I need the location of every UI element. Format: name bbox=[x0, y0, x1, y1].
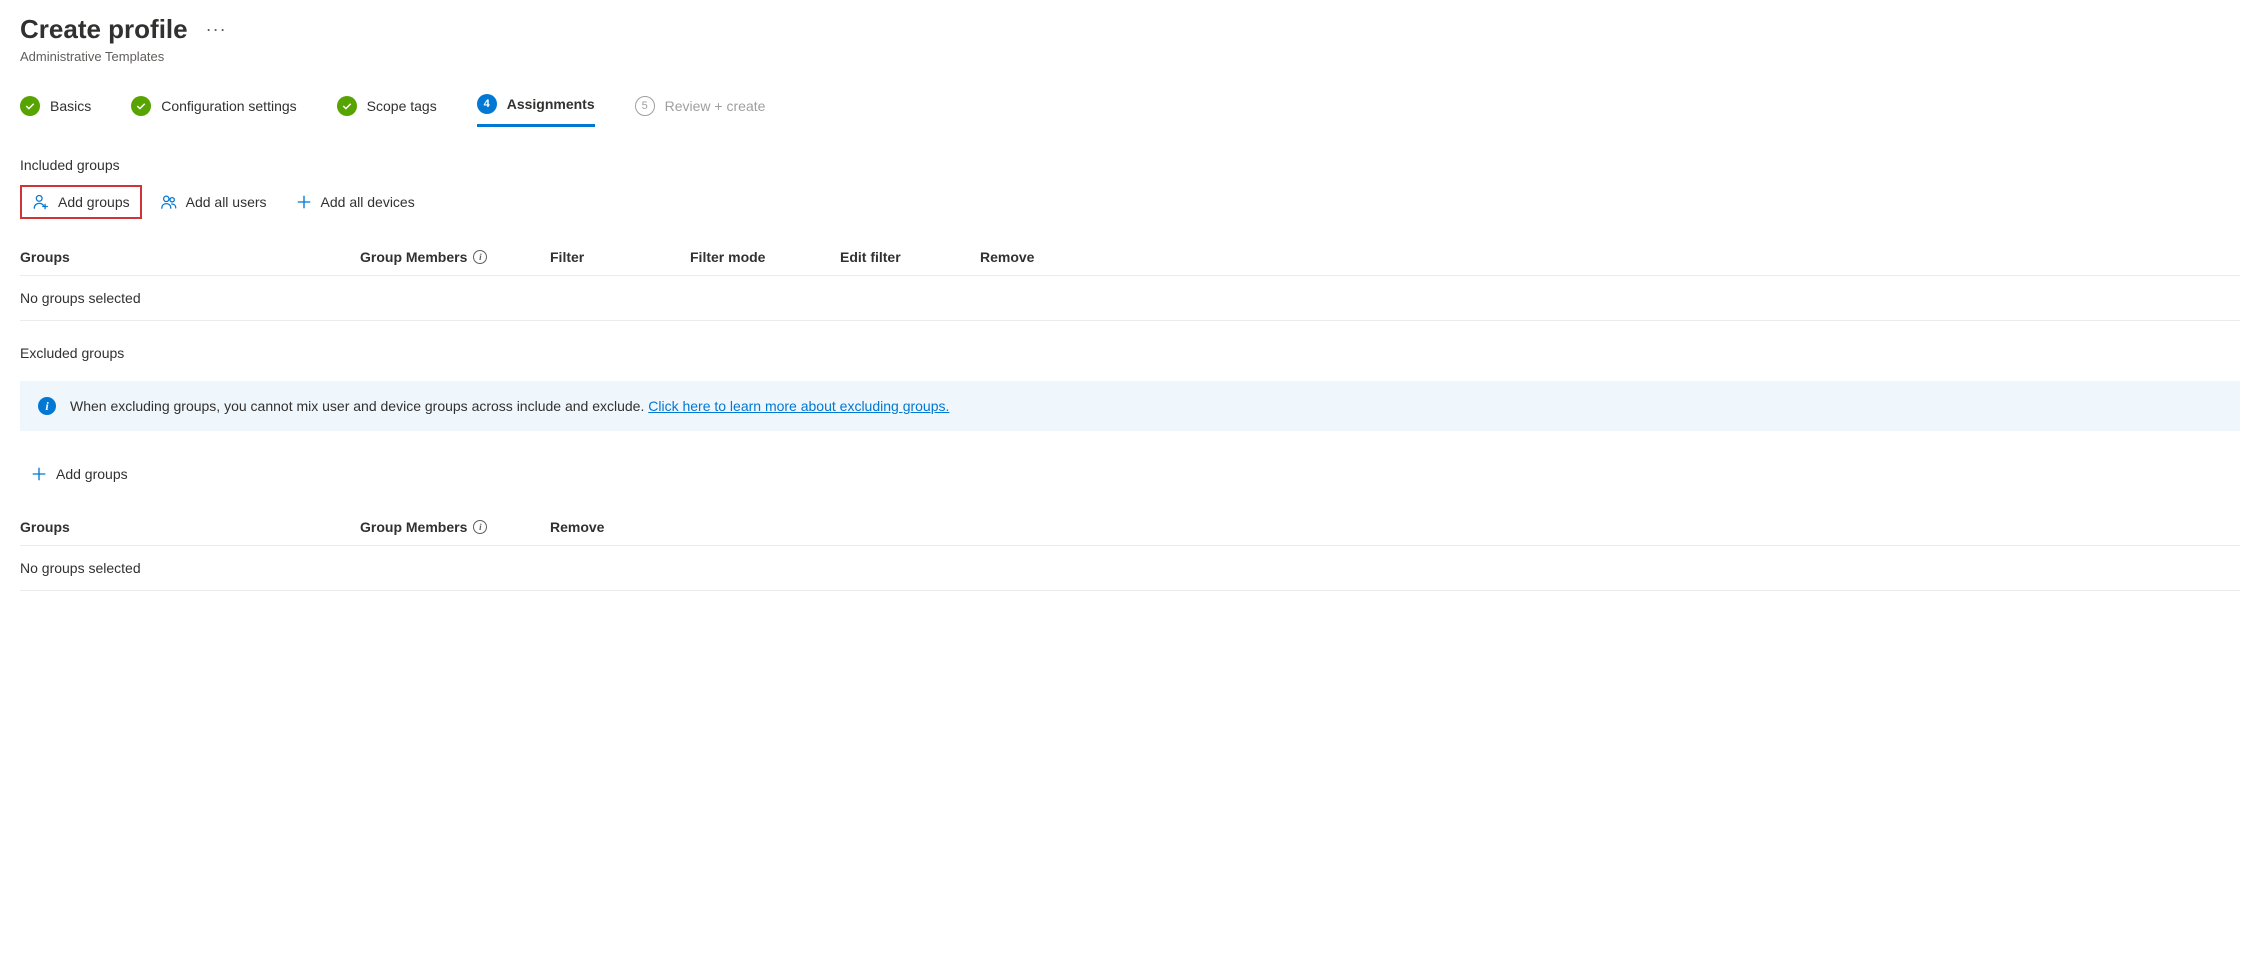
wizard-steps: Basics Configuration settings Scope tags… bbox=[20, 94, 2240, 127]
step-label: Assignments bbox=[507, 96, 595, 112]
column-filter-mode: Filter mode bbox=[690, 249, 840, 265]
column-group-members: Group Members i bbox=[360, 249, 550, 265]
info-banner-text: When excluding groups, you cannot mix us… bbox=[70, 398, 949, 414]
column-groups: Groups bbox=[20, 249, 360, 265]
column-edit-filter: Edit filter bbox=[840, 249, 980, 265]
step-review-create[interactable]: 5 Review + create bbox=[635, 94, 766, 127]
step-configuration-settings[interactable]: Configuration settings bbox=[131, 94, 296, 127]
button-label: Add groups bbox=[56, 466, 128, 482]
step-basics[interactable]: Basics bbox=[20, 94, 91, 127]
button-label: Add all devices bbox=[321, 194, 415, 210]
included-toolbar: Add groups Add all users Add all devices bbox=[20, 185, 2240, 219]
column-filter: Filter bbox=[550, 249, 690, 265]
column-remove: Remove bbox=[550, 519, 2240, 535]
add-groups-button[interactable]: Add groups bbox=[20, 185, 142, 219]
add-groups-excluded-button[interactable]: Add groups bbox=[20, 459, 138, 489]
column-group-members: Group Members i bbox=[360, 519, 550, 535]
page-subtitle: Administrative Templates bbox=[20, 49, 2240, 64]
step-number-icon: 4 bbox=[477, 94, 497, 114]
button-label: Add groups bbox=[58, 194, 130, 210]
learn-more-link[interactable]: Click here to learn more about excluding… bbox=[648, 398, 949, 414]
person-add-icon bbox=[32, 193, 50, 211]
step-label: Review + create bbox=[665, 98, 766, 114]
step-number-icon: 5 bbox=[635, 96, 655, 116]
page-title: Create profile bbox=[20, 14, 188, 45]
step-label: Configuration settings bbox=[161, 98, 296, 114]
excluded-empty-message: No groups selected bbox=[20, 546, 2240, 591]
check-icon bbox=[20, 96, 40, 116]
plus-icon bbox=[30, 465, 48, 483]
people-icon bbox=[160, 193, 178, 211]
excluded-table-header: Groups Group Members i Remove bbox=[20, 509, 2240, 546]
plus-icon bbox=[295, 193, 313, 211]
button-label: Add all users bbox=[186, 194, 267, 210]
column-groups: Groups bbox=[20, 519, 360, 535]
step-label: Basics bbox=[50, 98, 91, 114]
info-icon[interactable]: i bbox=[473, 250, 487, 264]
included-empty-message: No groups selected bbox=[20, 276, 2240, 321]
step-scope-tags[interactable]: Scope tags bbox=[337, 94, 437, 127]
check-icon bbox=[337, 96, 357, 116]
excluded-groups-title: Excluded groups bbox=[20, 345, 2240, 361]
step-assignments[interactable]: 4 Assignments bbox=[477, 94, 595, 127]
step-label: Scope tags bbox=[367, 98, 437, 114]
check-icon bbox=[131, 96, 151, 116]
info-banner: i When excluding groups, you cannot mix … bbox=[20, 381, 2240, 431]
info-icon[interactable]: i bbox=[473, 520, 487, 534]
included-table-header: Groups Group Members i Filter Filter mod… bbox=[20, 239, 2240, 276]
add-all-devices-button[interactable]: Add all devices bbox=[285, 185, 425, 219]
info-icon: i bbox=[38, 397, 56, 415]
add-all-users-button[interactable]: Add all users bbox=[150, 185, 277, 219]
column-remove: Remove bbox=[980, 249, 2240, 265]
more-icon[interactable]: ··· bbox=[206, 19, 227, 40]
included-groups-title: Included groups bbox=[20, 157, 2240, 173]
